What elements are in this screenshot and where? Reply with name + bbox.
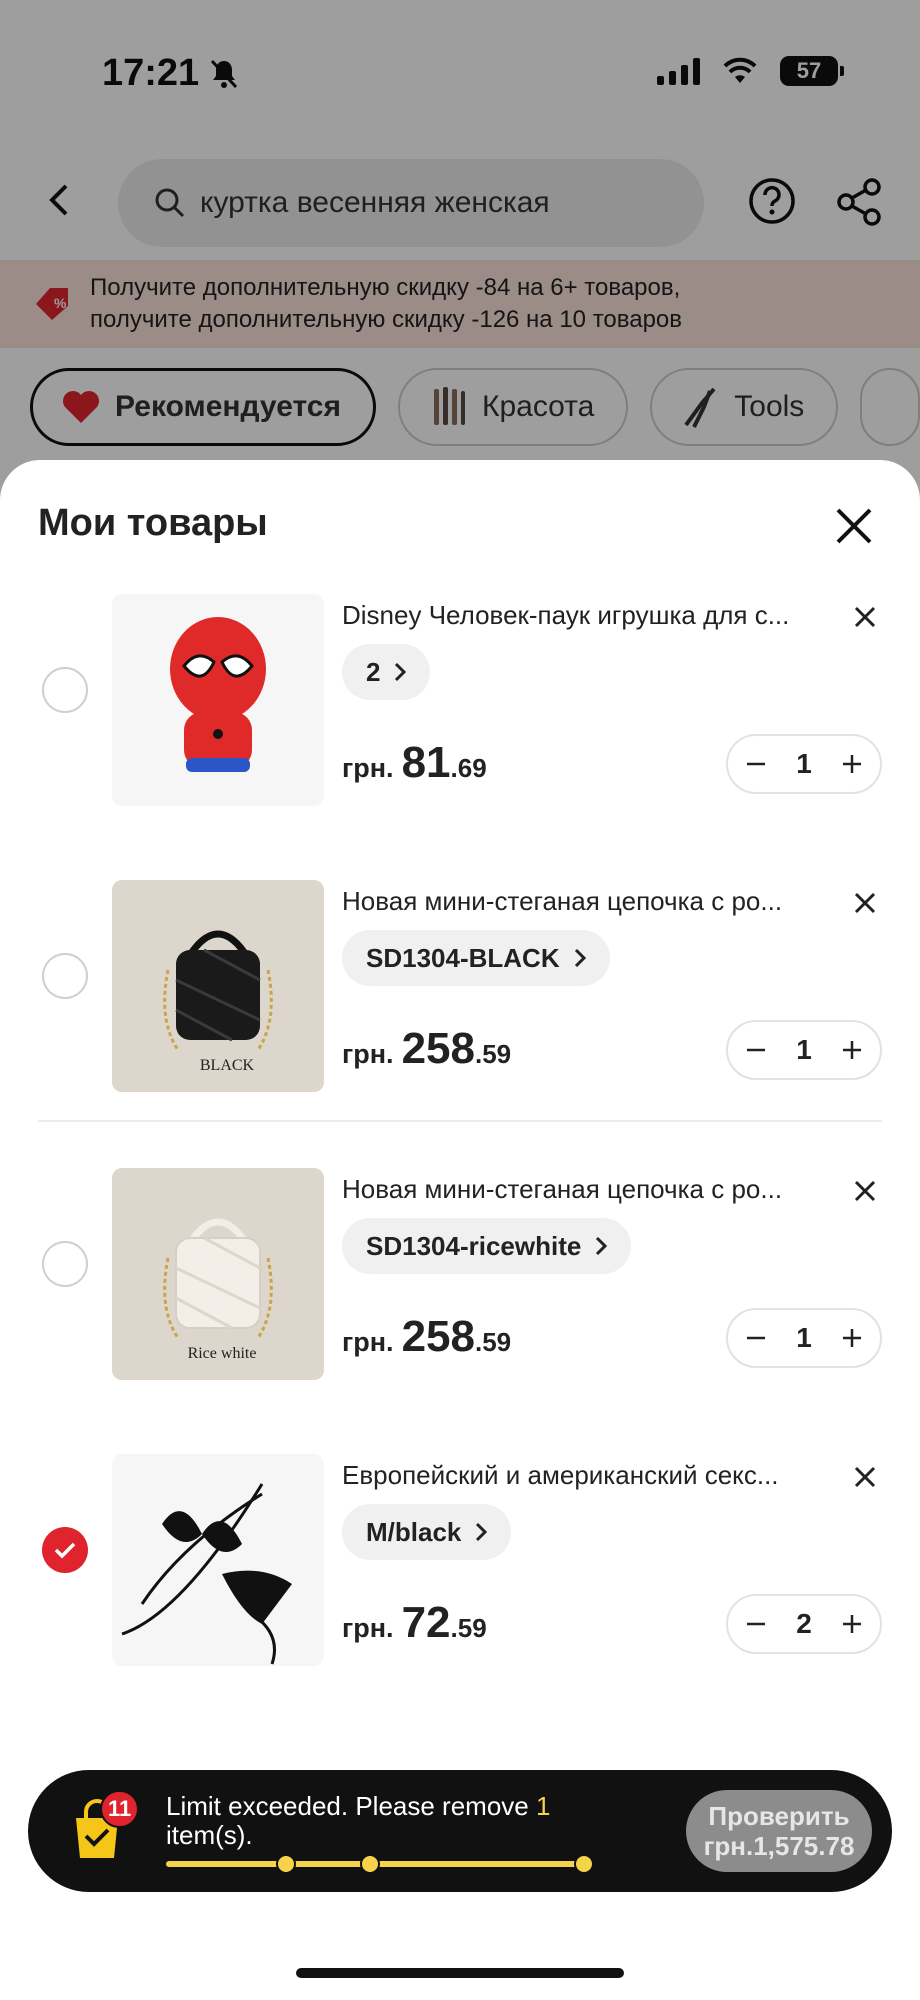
progress-checkpoint [276, 1854, 296, 1874]
remove-item-icon[interactable] [852, 1178, 878, 1204]
quantity-stepper: 2 [726, 1594, 882, 1654]
cart-item: Rice white Новая мини-стеганая цепочка с… [0, 1164, 920, 1394]
product-image-spiderman[interactable] [112, 594, 324, 806]
item-select-checkbox[interactable] [42, 1527, 88, 1573]
white-bag-image: Rice white [163, 1218, 273, 1362]
remove-item-icon[interactable] [852, 890, 878, 916]
limit-progress [166, 1854, 594, 1874]
item-price: грн. 258 .59 [342, 1312, 511, 1362]
image-caption: Rice white [188, 1345, 257, 1362]
black-bag-image: BLACK [163, 930, 273, 1074]
close-icon[interactable] [832, 504, 876, 548]
sheet-title: Мои товары [38, 502, 268, 544]
price-integer: 258 [401, 1312, 475, 1361]
remove-item-icon[interactable] [852, 604, 878, 630]
variant-label: 2 [366, 656, 381, 687]
variant-label: SD1304-BLACK [366, 942, 560, 973]
item-price: грн. 72 .59 [342, 1598, 487, 1648]
checkmark-icon [54, 1542, 76, 1559]
quantity-stepper: 1 [726, 1020, 882, 1080]
item-title[interactable]: Европейский и американский секс... [342, 1460, 836, 1491]
quantity-stepper: 1 [726, 734, 882, 794]
minus-icon[interactable] [744, 752, 768, 776]
my-items-sheet: Мои товары Disney Человек-паук игрушка д… [0, 460, 920, 2000]
limit-highlight: 1 [535, 1791, 551, 1821]
limit-text-after: item(s). [166, 1820, 253, 1850]
product-image-white-bag[interactable]: Rice white [112, 1168, 324, 1380]
remove-item-icon[interactable] [852, 1464, 878, 1490]
quantity-stepper: 1 [726, 1308, 882, 1368]
cart-item: Disney Человек-паук игрушка для с... 2 г… [0, 590, 920, 820]
progress-checkpoint [360, 1854, 380, 1874]
item-select-checkbox[interactable] [42, 667, 88, 713]
chevron-right-icon [574, 948, 586, 968]
product-image-swimsuit[interactable] [112, 1454, 324, 1666]
item-select-checkbox[interactable] [42, 1241, 88, 1287]
quantity-value: 2 [796, 1608, 812, 1639]
minus-icon[interactable] [744, 1326, 768, 1350]
progress-track [166, 1861, 594, 1867]
plus-icon[interactable] [840, 752, 864, 776]
progress-checkpoint [574, 1854, 594, 1874]
price-fraction: .69 [450, 753, 487, 783]
variant-label: M/black [366, 1516, 462, 1547]
quantity-value: 1 [796, 1322, 812, 1353]
price-fraction: .59 [474, 1327, 512, 1357]
minus-icon[interactable] [744, 1612, 768, 1636]
price-integer: 72 [401, 1598, 451, 1647]
quantity-value: 1 [796, 1034, 812, 1065]
cart-count-badge: 11 [100, 1790, 140, 1828]
quantity-value: 1 [796, 748, 812, 779]
minus-icon[interactable] [744, 1038, 768, 1062]
checkout-label: Проверить [708, 1801, 850, 1831]
cart-item: BLACK Новая мини-стеганая цепочка с ро..… [0, 876, 920, 1106]
price-currency: грн. [342, 753, 394, 783]
cart-item: Европейский и американский секс... M/bla… [0, 1450, 920, 1680]
image-caption: BLACK [200, 1057, 255, 1074]
plus-icon[interactable] [840, 1612, 864, 1636]
item-title[interactable]: Новая мини-стеганая цепочка с ро... [342, 886, 836, 917]
item-price: грн. 81 .69 [342, 738, 487, 788]
limit-exceeded-bar: 11 Limit exceeded. Please remove 1 item(… [28, 1770, 892, 1892]
checkout-button[interactable]: Проверить грн.1,575.78 [686, 1790, 872, 1872]
swimsuit-image [121, 1483, 292, 1665]
section-divider [38, 1120, 882, 1122]
price-currency: грн. [342, 1039, 394, 1069]
limit-message: Limit exceeded. Please remove 1 item(s). [166, 1792, 596, 1850]
price-integer: 81 [401, 738, 451, 787]
home-indicator[interactable] [296, 1968, 624, 1978]
product-image-black-bag[interactable]: BLACK [112, 880, 324, 1092]
price-integer: 258 [401, 1024, 475, 1073]
checkout-total: грн.1,575.78 [703, 1831, 855, 1861]
chevron-right-icon [476, 1522, 488, 1542]
item-select-checkbox[interactable] [42, 953, 88, 999]
variant-selector[interactable]: SD1304-BLACK [342, 930, 610, 986]
price-currency: грн. [342, 1613, 394, 1643]
price-fraction: .59 [474, 1039, 512, 1069]
price-fraction: .59 [450, 1613, 487, 1643]
chevron-right-icon [395, 662, 407, 682]
plus-icon[interactable] [840, 1326, 864, 1350]
spiderman-toy-image [170, 617, 266, 772]
item-title[interactable]: Новая мини-стеганая цепочка с ро... [342, 1174, 836, 1205]
chevron-right-icon [596, 1236, 608, 1256]
plus-icon[interactable] [840, 1038, 864, 1062]
price-currency: грн. [342, 1327, 394, 1357]
limit-text-before: Limit exceeded. Please remove [166, 1791, 536, 1821]
variant-selector[interactable]: M/black [342, 1504, 512, 1560]
variant-selector[interactable]: 2 [342, 644, 431, 700]
item-price: грн. 258 .59 [342, 1024, 511, 1074]
variant-selector[interactable]: SD1304-ricewhite [342, 1218, 632, 1274]
item-title[interactable]: Disney Человек-паук игрушка для с... [342, 600, 836, 631]
variant-label: SD1304-ricewhite [366, 1230, 582, 1261]
